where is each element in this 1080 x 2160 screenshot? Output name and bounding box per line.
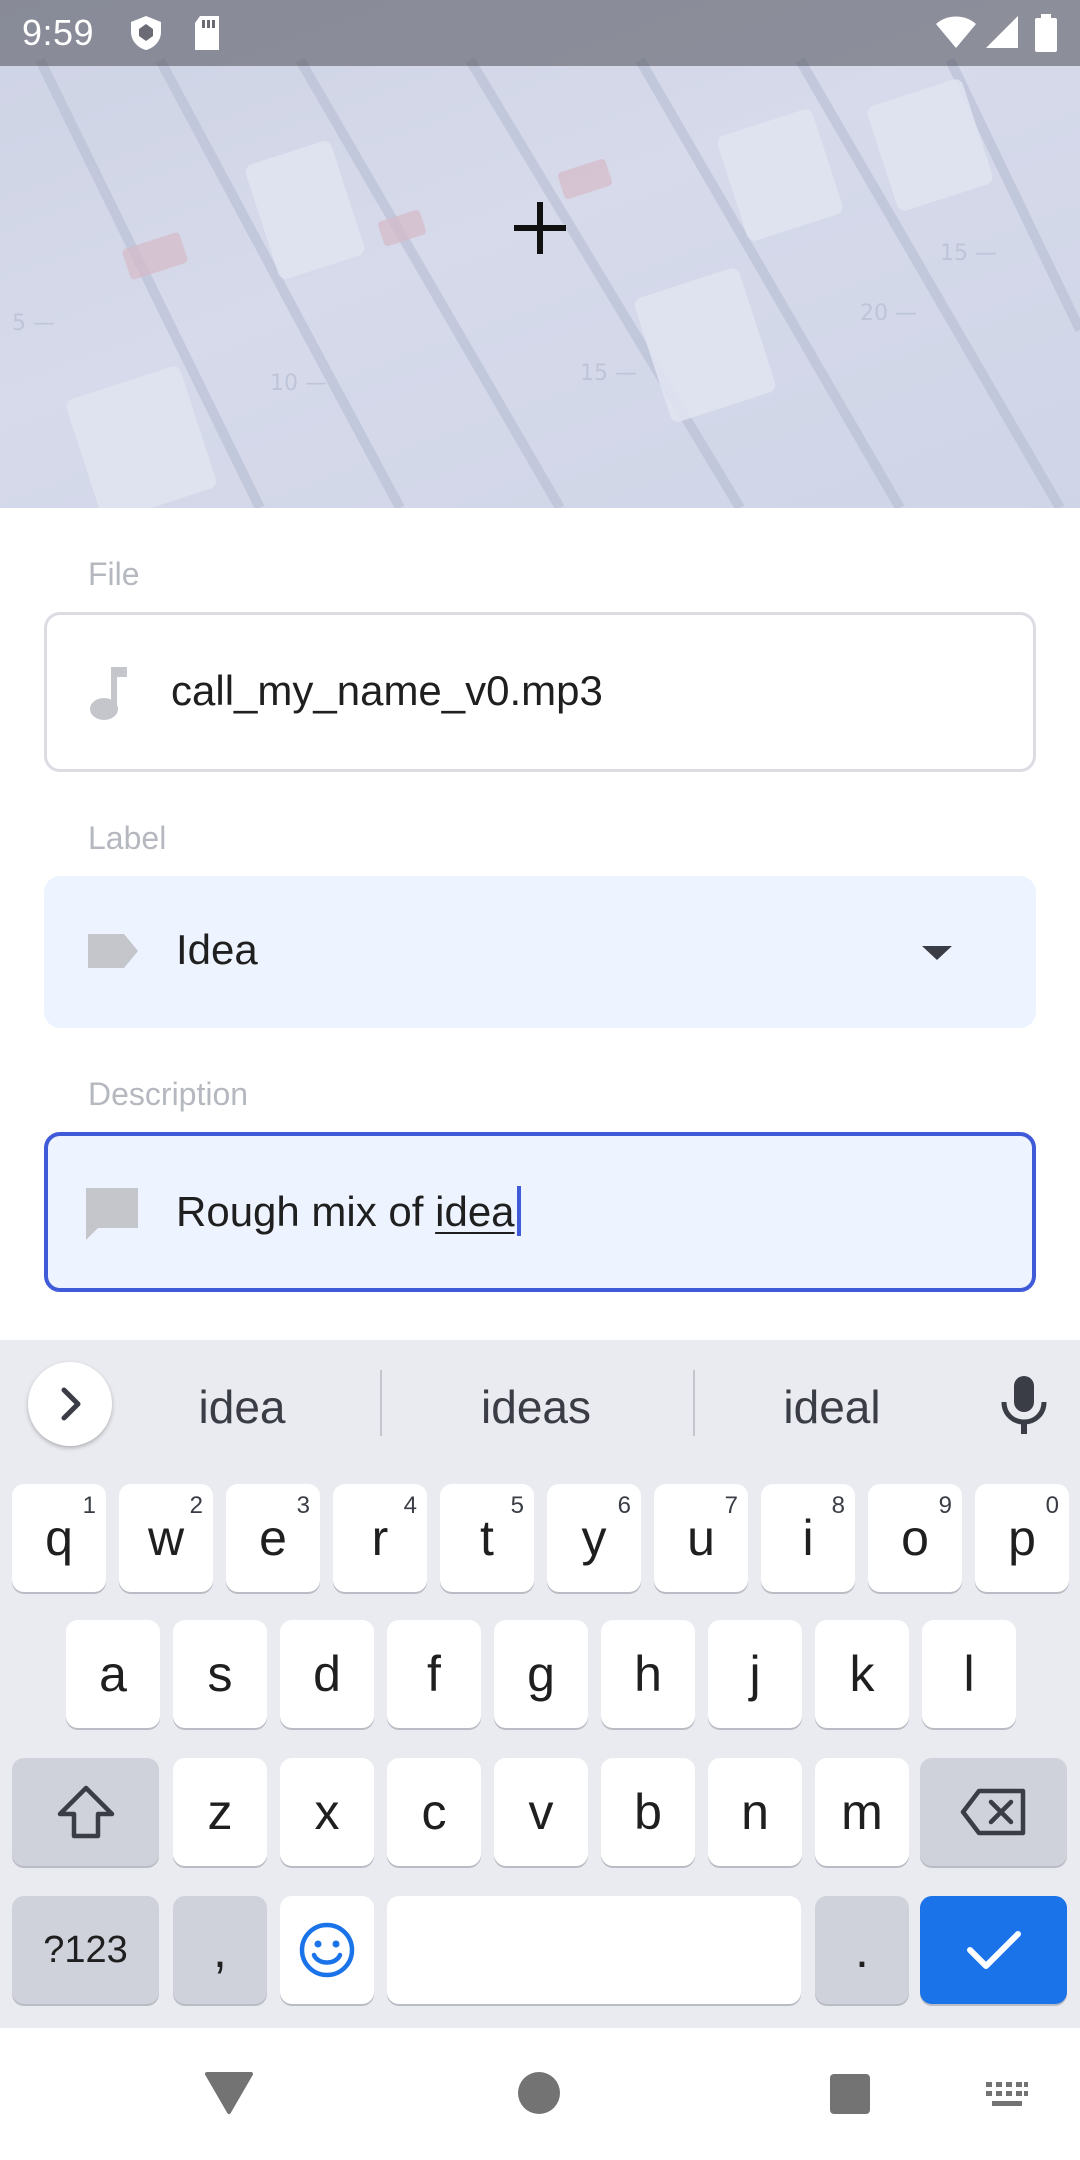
- on-screen-keyboard: idea ideas ideal q1 w2 e3 r4 t5 y6 u7 i8…: [0, 1340, 1080, 2028]
- label-dropdown[interactable]: Idea: [44, 876, 1036, 1028]
- key-x[interactable]: x: [280, 1758, 374, 1866]
- recents-icon[interactable]: [828, 2072, 872, 2116]
- symbols-key[interactable]: ?123: [12, 1896, 159, 2004]
- key-i[interactable]: i8: [761, 1484, 855, 1592]
- navigation-bar: [0, 2028, 1080, 2160]
- status-time: 9:59: [22, 12, 95, 53]
- key-u[interactable]: u7: [654, 1484, 748, 1592]
- key-r[interactable]: r4: [333, 1484, 427, 1592]
- key-g[interactable]: g: [494, 1620, 588, 1728]
- expand-suggestions-button[interactable]: [28, 1362, 112, 1446]
- sd-card-icon: [195, 16, 219, 50]
- suggestion-1[interactable]: idea: [122, 1380, 362, 1434]
- key-f[interactable]: f: [387, 1620, 481, 1728]
- status-bar: 9:59: [0, 0, 1080, 66]
- file-field-label: File: [88, 556, 140, 592]
- key-d[interactable]: d: [280, 1620, 374, 1728]
- key-y[interactable]: y6: [547, 1484, 641, 1592]
- plus-icon[interactable]: [510, 198, 570, 258]
- label-value: Idea: [176, 926, 258, 973]
- text-cursor: [516, 1186, 521, 1236]
- description-input[interactable]: Rough mix of idea: [44, 1132, 1036, 1292]
- key-o[interactable]: o9: [868, 1484, 962, 1592]
- key-b[interactable]: b: [601, 1758, 695, 1866]
- label-field-label: Label: [88, 820, 167, 856]
- header-image[interactable]: 5 — 10 — 15 — 20 — 15 —: [0, 0, 1080, 508]
- emoji-key[interactable]: [280, 1896, 374, 2004]
- key-p[interactable]: p0: [975, 1484, 1069, 1592]
- key-k[interactable]: k: [815, 1620, 909, 1728]
- period-key[interactable]: .: [815, 1896, 909, 2004]
- key-a[interactable]: a: [66, 1620, 160, 1728]
- signal-icon: [986, 16, 1018, 48]
- description-field-label: Description: [88, 1076, 249, 1112]
- key-w[interactable]: w2: [119, 1484, 213, 1592]
- key-n[interactable]: n: [708, 1758, 802, 1866]
- description-value: Rough mix of idea: [176, 1186, 521, 1236]
- comment-icon: [86, 1188, 138, 1240]
- key-v[interactable]: v: [494, 1758, 588, 1866]
- back-icon[interactable]: [204, 2070, 254, 2116]
- backspace-icon: [960, 1788, 1025, 1836]
- backspace-key[interactable]: [920, 1758, 1067, 1866]
- home-icon[interactable]: [516, 2070, 562, 2116]
- key-t[interactable]: t5: [440, 1484, 534, 1592]
- key-j[interactable]: j: [708, 1620, 802, 1728]
- key-e[interactable]: e3: [226, 1484, 320, 1592]
- key-z[interactable]: z: [173, 1758, 267, 1866]
- comma-key[interactable]: ,: [173, 1896, 267, 2004]
- suggestion-3[interactable]: ideal: [712, 1380, 952, 1434]
- composing-word: idea: [435, 1188, 515, 1235]
- wifi-icon: [936, 16, 976, 48]
- battery-icon: [1035, 14, 1057, 52]
- emoji-icon: [299, 1922, 355, 1978]
- file-field[interactable]: call_my_name_v0.mp3: [44, 612, 1036, 772]
- microphone-icon[interactable]: [996, 1374, 1052, 1436]
- chevron-right-icon: [61, 1387, 81, 1421]
- file-name-value: call_my_name_v0.mp3: [171, 667, 603, 714]
- suggestion-2[interactable]: ideas: [416, 1380, 656, 1434]
- shield-icon: [131, 16, 161, 50]
- music-note-icon: [90, 667, 127, 720]
- key-q[interactable]: q1: [12, 1484, 106, 1592]
- keyboard-switch-icon[interactable]: [984, 2080, 1030, 2110]
- space-key[interactable]: [387, 1896, 801, 2004]
- enter-key[interactable]: [920, 1896, 1067, 2004]
- key-h[interactable]: h: [601, 1620, 695, 1728]
- suggestion-strip: idea ideas ideal: [0, 1340, 1080, 1470]
- checkmark-icon: [966, 1931, 1021, 1969]
- key-c[interactable]: c: [387, 1758, 481, 1866]
- key-s[interactable]: s: [173, 1620, 267, 1728]
- key-l[interactable]: l: [922, 1620, 1016, 1728]
- key-m[interactable]: m: [815, 1758, 909, 1866]
- shift-icon: [57, 1785, 114, 1839]
- dropdown-arrow-icon[interactable]: [920, 944, 954, 962]
- shift-key[interactable]: [12, 1758, 159, 1866]
- label-tag-icon: [88, 934, 138, 968]
